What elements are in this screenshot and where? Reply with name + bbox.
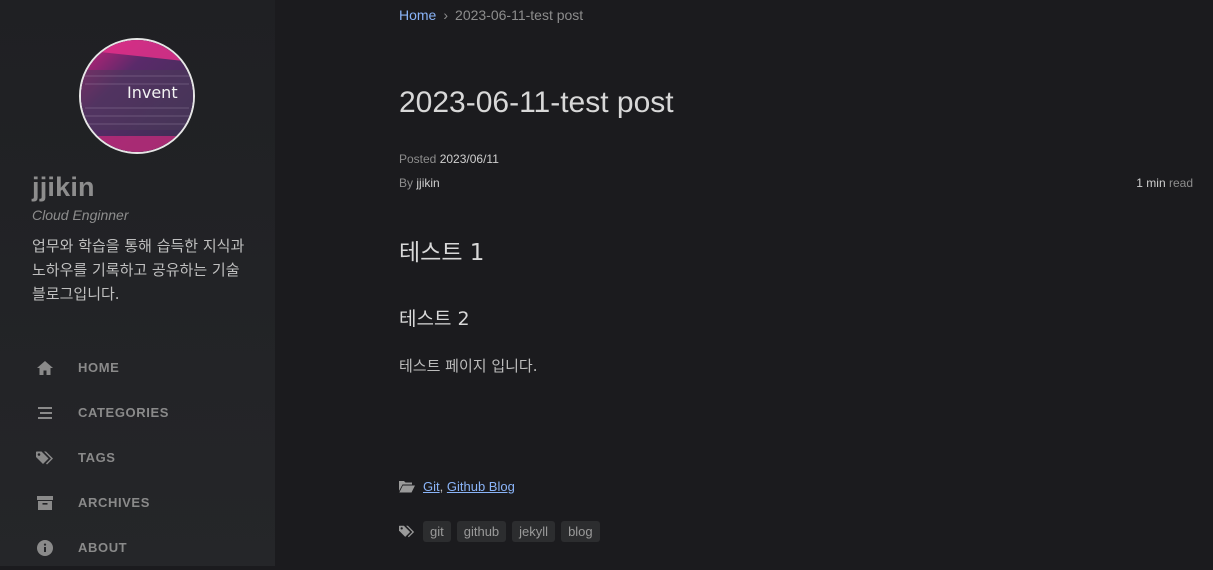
- post-meta-author: By jjikin 1 min read: [399, 176, 1193, 190]
- category-link-git[interactable]: Git: [423, 479, 440, 494]
- breadcrumb-home-link[interactable]: Home: [399, 7, 436, 23]
- posted-label: Posted: [399, 152, 437, 166]
- post-tags: git github jekyll blog: [399, 521, 600, 542]
- archive-icon: [36, 494, 54, 512]
- breadcrumb: Home › 2023-06-11-test post: [399, 7, 583, 23]
- site-subtitle: Cloud Enginner: [32, 207, 129, 223]
- tags-icon: [36, 449, 54, 467]
- by-label: By: [399, 176, 414, 190]
- site-title[interactable]: jjikin: [32, 172, 95, 203]
- category-link-github-blog[interactable]: Github Blog: [447, 479, 515, 494]
- breadcrumb-current: 2023-06-11-test post: [455, 7, 584, 23]
- stream-icon: [36, 404, 54, 422]
- post-title: 2023-06-11-test post: [399, 86, 674, 119]
- main-content: Home › 2023-06-11-test post 2023-06-11-tes…: [275, 0, 1213, 566]
- post-meta-posted: Posted 2023/06/11: [399, 152, 1193, 166]
- tag-jekyll[interactable]: jekyll: [512, 521, 556, 542]
- site-description: 업무와 학습을 통해 습득한 지식과 노하우를 기록하고 공유하는 기술 블로그…: [32, 237, 245, 303]
- tag-github[interactable]: github: [456, 521, 507, 542]
- post-heading-1: 테스트 1: [399, 240, 485, 266]
- nav-label-categories: CATEGORIES: [78, 405, 169, 420]
- read-time-label: read: [1168, 176, 1193, 190]
- tag-blog[interactable]: blog: [561, 521, 600, 542]
- sidebar-nav: HOME CATEGORIES TAGS ARCHIVES ABOUT: [0, 345, 275, 570]
- home-icon: [36, 359, 54, 377]
- nav-item-categories[interactable]: CATEGORIES: [0, 390, 275, 435]
- post-paragraph: 테스트 페이지 입니다.: [399, 357, 538, 375]
- post-heading-2: 테스트 2: [399, 308, 470, 330]
- info-icon: [36, 539, 54, 557]
- avatar-image: Invent: [81, 40, 193, 152]
- tags-icon: [399, 525, 415, 538]
- nav-label-home: HOME: [78, 360, 120, 375]
- read-time: 1 min read: [1136, 176, 1193, 190]
- read-time-value: 1 min: [1136, 176, 1166, 190]
- posted-date[interactable]: 2023/06/11: [440, 152, 499, 166]
- nav-item-tags[interactable]: TAGS: [0, 435, 275, 480]
- sidebar: Invent jjikin Cloud Enginner 업무와 학습을 통해 …: [0, 0, 275, 566]
- nav-item-home[interactable]: HOME: [0, 345, 275, 390]
- nav-label-archives: ARCHIVES: [78, 495, 150, 510]
- nav-label-about: ABOUT: [78, 540, 128, 555]
- tag-git[interactable]: git: [423, 521, 451, 542]
- nav-label-tags: TAGS: [78, 450, 116, 465]
- avatar-logo-text: Invent: [127, 83, 178, 102]
- author-name[interactable]: jjikin: [416, 176, 439, 190]
- nav-item-archives[interactable]: ARCHIVES: [0, 480, 275, 525]
- folder-open-icon: [399, 480, 415, 493]
- post-categories: Git, Github Blog: [399, 479, 515, 494]
- nav-item-about[interactable]: ABOUT: [0, 525, 275, 570]
- breadcrumb-separator: ›: [443, 7, 449, 23]
- category-separator: ,: [439, 479, 444, 494]
- avatar[interactable]: Invent: [79, 38, 195, 154]
